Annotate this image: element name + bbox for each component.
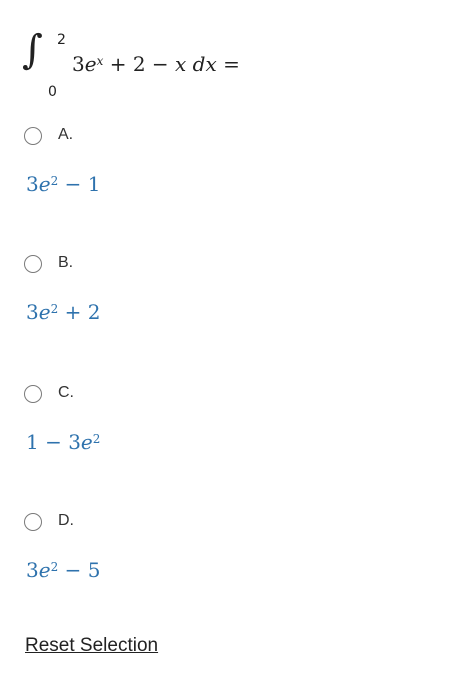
- option-d-answer-pre: 3: [26, 558, 39, 582]
- question-prompt: ∫ 2 0 3ex + 2 − x dx =: [22, 27, 422, 100]
- option-d-answer: 3e2 − 5: [26, 558, 100, 582]
- integrand-var: x: [175, 52, 187, 76]
- integral-upper-limit: 2: [57, 32, 66, 48]
- option-a-answer-post: − 1: [58, 172, 101, 196]
- option-d-answer-post: − 5: [58, 558, 101, 582]
- option-b-answer-base: e: [38, 300, 51, 324]
- option-a-radio[interactable]: [24, 127, 42, 145]
- option-a-answer: 3e2 − 1: [26, 172, 100, 196]
- integrand-base: e: [84, 52, 97, 76]
- option-c-answer-base: e: [80, 430, 93, 454]
- option-a-letter: A.: [58, 126, 74, 143]
- option-b-answer-pre: 3: [26, 300, 39, 324]
- integral-lower-limit: 0: [48, 84, 57, 100]
- integrand-exponent: x: [96, 54, 104, 68]
- option-b-answer-post: + 2: [58, 300, 101, 324]
- integrand-equals: =: [216, 52, 240, 76]
- option-c-answer-exp: 2: [92, 432, 101, 446]
- option-c-letter: C.: [58, 384, 74, 401]
- integrand: 3ex + 2 − x dx =: [72, 52, 240, 76]
- option-d-answer-exp: 2: [50, 560, 59, 574]
- option-a-answer-base: e: [38, 172, 51, 196]
- option-b-radio[interactable]: [24, 255, 42, 273]
- option-c-radio[interactable]: [24, 385, 42, 403]
- integrand-rest: + 2 −: [103, 52, 176, 76]
- option-b-answer: 3e2 + 2: [26, 300, 100, 324]
- option-d-answer-base: e: [38, 558, 51, 582]
- option-b-letter: B.: [58, 254, 74, 271]
- reset-selection-link[interactable]: Reset Selection: [25, 635, 158, 657]
- option-c-answer: 1 − 3e2: [26, 430, 100, 454]
- option-b-answer-exp: 2: [50, 302, 59, 316]
- integrand-coef: 3: [72, 52, 85, 76]
- option-d-letter: D.: [58, 512, 74, 529]
- option-c-answer-pre: 1 − 3: [26, 430, 81, 454]
- option-a-answer-exp: 2: [50, 174, 59, 188]
- option-a-answer-pre: 3: [26, 172, 39, 196]
- option-d-radio[interactable]: [24, 513, 42, 531]
- integral-sign: ∫: [22, 27, 43, 73]
- integrand-dx: dx: [186, 52, 217, 76]
